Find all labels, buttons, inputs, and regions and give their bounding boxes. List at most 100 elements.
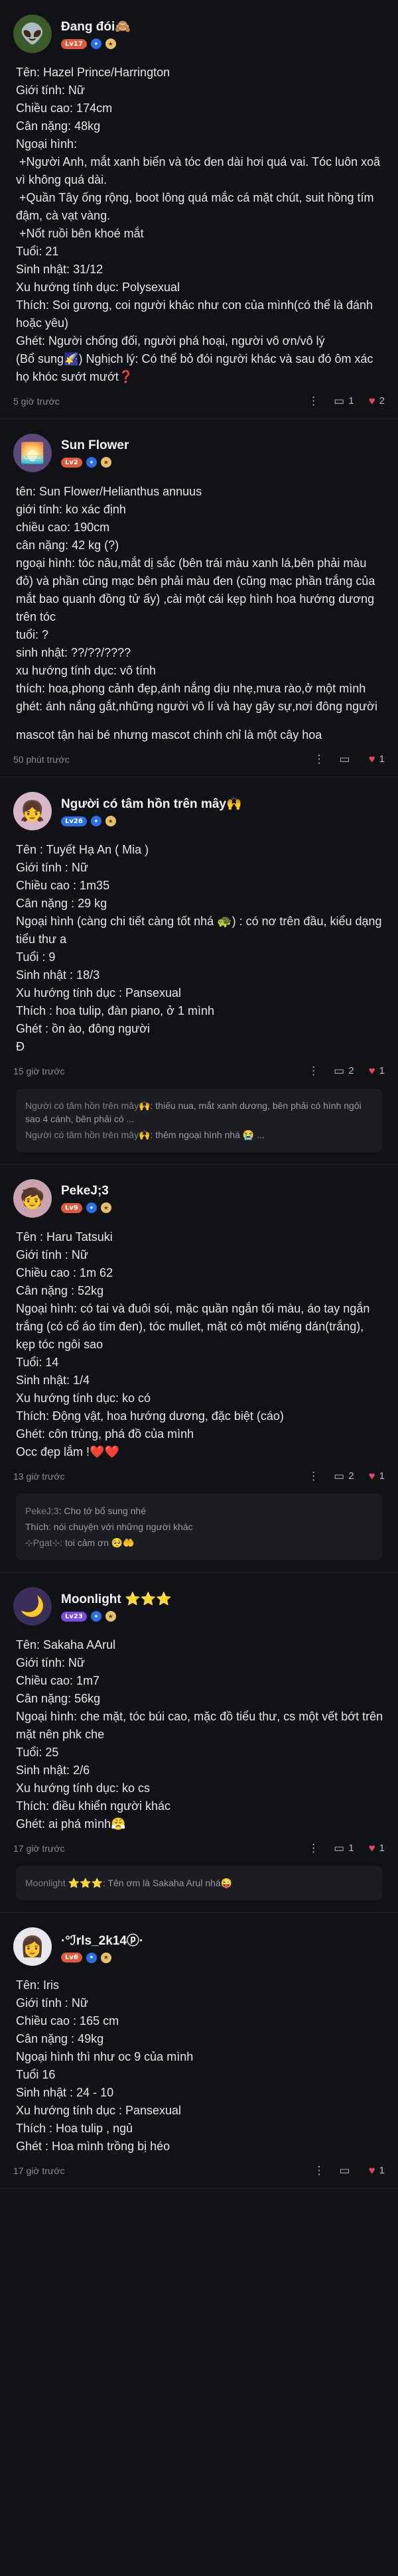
post-text-line: Thích : hoa tulip, đàn piano, ở 1 mình: [16, 1004, 214, 1017]
comment-icon: ▭: [334, 1470, 345, 1482]
post: 🌅 Sun Flower Lv2 ✦ ★ tên: Sun Flower/Helianth…: [0, 419, 398, 777]
comment-button[interactable]: ▭: [340, 753, 354, 765]
username[interactable]: Moonlight ⭐⭐⭐: [61, 1591, 172, 1607]
post-header: 🧒 PekeJ;3 Lv9 ✦ ★: [13, 1179, 385, 1218]
avatar[interactable]: 🧒: [13, 1179, 52, 1218]
level-badge: Lv26: [61, 816, 87, 826]
post-text-line: Ghét: Người chống đối, người phá hoại, n…: [16, 334, 325, 348]
heart-icon: ♥: [368, 395, 375, 407]
like-button[interactable]: ♥ 2: [369, 395, 385, 407]
post-text-line: Xu hướng tính dục : Pansexual: [16, 2104, 182, 2117]
more-options-icon[interactable]: ⋮: [314, 2165, 325, 2176]
comment-icon: ▭: [334, 1064, 345, 1077]
post-text-line: Sinh nhật: 2/6: [16, 1764, 90, 1777]
post-text-line: Tên : Haru Tatsuki: [16, 1230, 113, 1244]
post-text-line: Cân nặng: 56kg: [16, 1692, 101, 1705]
timestamp: 15 giờ trước: [13, 1065, 65, 1076]
avatar[interactable]: 👽: [13, 15, 52, 53]
reply-preview[interactable]: Người có tâm hồn trên mây🙌: thiếu nua, m…: [16, 1088, 382, 1152]
like-button[interactable]: ♥ 1: [369, 2165, 385, 2176]
more-options-icon[interactable]: ⋮: [308, 1842, 319, 1854]
reply-preview[interactable]: Moonlight ⭐⭐⭐: Tên ơm là Sakaha Arul nhá…: [16, 1866, 382, 1900]
comment-button[interactable]: ▭ 2: [334, 1065, 354, 1076]
post: 🌙 Moonlight ⭐⭐⭐ Lv23 ✦ ★ Tên: Sakaha AArul Giớ…: [0, 1573, 398, 1913]
post-text-line: Ghét: côn trùng, phá đồ của mình: [16, 1427, 194, 1441]
level-badge: Lv2: [61, 457, 82, 468]
post-text-line: Chiều cao : 165 cm: [16, 2014, 119, 2028]
post-text-line: Cân nặng: 48kg: [16, 119, 101, 133]
reply-text: : toi cảm ơn 🥺🤲: [60, 1537, 135, 1548]
comment-count: 2: [348, 1065, 354, 1076]
post-text-line: Tuổi 16: [16, 2068, 56, 2081]
post-text-line: Tên: Iris: [16, 1978, 60, 1992]
avatar[interactable]: 🌙: [13, 1587, 52, 1626]
avatar[interactable]: 👧: [13, 792, 52, 830]
achievement-icon: ★: [105, 816, 116, 826]
comment-button[interactable]: ▭: [340, 2165, 354, 2176]
verified-icon: ✦: [90, 1611, 101, 1622]
post-text-line: Tên: Hazel Prince/Harrington: [16, 66, 170, 79]
like-button[interactable]: ♥ 1: [369, 1470, 385, 1482]
timestamp: 5 giờ trước: [13, 395, 60, 407]
reply-item: Người có tâm hồn trên mây🙌: thêm ngoại h…: [25, 1128, 373, 1141]
reply-author: PekeJ;3: [25, 1506, 59, 1516]
comment-count: 2: [348, 1470, 354, 1482]
post-body: Tên: Sakaha AArul Giới tính: Nữ Chiều cao:…: [13, 1636, 385, 1833]
verified-icon: ✦: [86, 457, 97, 468]
comment-button[interactable]: ▭ 2: [334, 1470, 354, 1482]
post-actions: ⋮ ▭ 2 ♥ 1: [308, 1470, 385, 1482]
achievement-icon: ★: [100, 457, 111, 468]
post-text-line: Tuổi : 9: [16, 950, 56, 964]
post-text-line: giới tính: ko xác định: [16, 503, 126, 516]
post-actions: ⋮ ▭ 1 ♥ 1: [308, 1842, 385, 1854]
user-badges: Lv6 ✦ ★: [61, 1952, 143, 1963]
post-text-line: Sinh nhật : 18/3: [16, 968, 100, 982]
more-options-icon[interactable]: ⋮: [308, 1065, 319, 1076]
more-options-icon[interactable]: ⋮: [314, 753, 325, 765]
username[interactable]: Sun Flower: [61, 438, 129, 453]
post-text-line: +Người Anh, mắt xanh biển và tóc đen dài…: [16, 155, 384, 186]
author-info: Moonlight ⭐⭐⭐ Lv23 ✦ ★: [61, 1591, 172, 1622]
like-button[interactable]: ♥ 1: [369, 753, 385, 765]
post-text-line: mascot tận hai bé nhưng mascot chính chỉ…: [16, 728, 322, 741]
reply-text: : thêm ngoại hình nhá 😭 ...: [150, 1129, 265, 1140]
post-text-line: Cân nặng : 29 kg: [16, 897, 107, 910]
post-text-line: Ngoại hình:: [16, 137, 78, 151]
post-text-line: sinh nhật: ??/??/????: [16, 646, 131, 659]
more-options-icon[interactable]: ⋮: [308, 1470, 319, 1482]
username[interactable]: PekeJ;3: [61, 1184, 111, 1198]
post-meta: 17 giờ trước ⋮ ▭ 1 ♥ 1: [13, 1842, 385, 1866]
avatar[interactable]: 🌅: [13, 434, 52, 472]
heart-icon: ♥: [368, 1842, 375, 1854]
post-body: Tên: Iris Giới tính : Nữ Chiều cao : 165 c…: [13, 1976, 385, 2156]
post-text-line: +Quần Tây ống rộng, boot lông quá mắc cá…: [16, 191, 377, 222]
username[interactable]: Người có tâm hồn trên mây🙌: [61, 796, 242, 812]
heart-icon: ♥: [368, 753, 375, 765]
avatar[interactable]: 👩: [13, 1927, 52, 1966]
heart-icon: ♥: [368, 2164, 375, 2177]
comment-button[interactable]: ▭ 1: [334, 1842, 354, 1854]
post-body: tên: Sun Flower/Helianthus annuus giới tí…: [13, 483, 385, 744]
post-meta: 17 giờ trước ⋮ ▭ ♥ 1: [13, 2165, 385, 2188]
like-button[interactable]: ♥ 1: [369, 1065, 385, 1076]
post-actions: ⋮ ▭ 2 ♥ 1: [308, 1065, 385, 1076]
more-options-icon[interactable]: ⋮: [308, 395, 319, 407]
reply-preview[interactable]: PekeJ;3: Cho tớ bổ sung nhé Thích: nói ch…: [16, 1494, 382, 1560]
comment-button[interactable]: ▭ 1: [334, 395, 354, 407]
post-body: Tên : Haru Tatsuki Giới tính : Nữ Chiều ca…: [13, 1228, 385, 1461]
level-badge: Lv9: [61, 1202, 82, 1213]
user-badges: Lv9 ✦ ★: [61, 1202, 111, 1213]
user-badges: Lv26 ✦ ★: [61, 816, 242, 826]
post-text-line: Thích: điều khiển người khác: [16, 1799, 170, 1813]
like-button[interactable]: ♥ 1: [369, 1842, 385, 1854]
comment-feed: 👽 Đang đói🙈 Lv17 ✦ ★ Tên: Hazel Prince/Harrin…: [0, 0, 398, 2189]
post-text-line: Giới tính : Nữ: [16, 1996, 88, 2010]
post-text-line: Giới tính: Nữ: [16, 1656, 85, 1669]
username[interactable]: Đang đói🙈: [61, 19, 131, 34]
username[interactable]: ·°ℐrls_2k14ⓟ·: [61, 1931, 143, 1949]
achievement-icon: ★: [100, 1202, 111, 1213]
comment-icon: ▭: [339, 753, 350, 765]
post-text-line: ngoại hình: tóc nâu,mắt dị sắc (bên trái…: [16, 556, 379, 623]
post-text-line: Chiều cao : 1m35: [16, 879, 110, 892]
